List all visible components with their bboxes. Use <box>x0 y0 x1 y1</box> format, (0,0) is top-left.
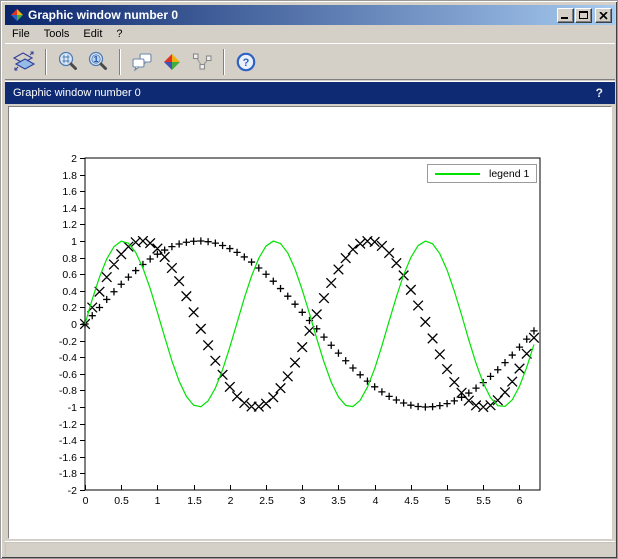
toolbar-separator <box>223 49 225 75</box>
svg-text:4: 4 <box>373 495 379 507</box>
svg-text:0.2: 0.2 <box>62 302 77 314</box>
infobar-help-icon[interactable]: ? <box>596 86 615 100</box>
help-icon: ? <box>235 51 257 73</box>
svg-text:-1.2: -1.2 <box>59 419 77 431</box>
help-button[interactable]: ? <box>231 48 261 76</box>
svg-text:-0.8: -0.8 <box>59 385 77 397</box>
window-title: Graphic window number 0 <box>28 8 557 22</box>
svg-text:1: 1 <box>71 236 77 248</box>
svg-text:-0.4: -0.4 <box>59 352 77 364</box>
maximize-icon <box>579 11 588 19</box>
toolbar: 1 <box>5 43 615 80</box>
svg-text:1.8: 1.8 <box>62 170 77 182</box>
svg-text:-1: -1 <box>68 402 77 414</box>
scilab-logo-icon <box>10 8 24 22</box>
close-button[interactable] <box>595 8 612 23</box>
svg-text:0.4: 0.4 <box>62 286 77 298</box>
svg-text:0.8: 0.8 <box>62 253 77 265</box>
svg-text:5.5: 5.5 <box>476 495 491 507</box>
menu-help[interactable]: ? <box>109 26 129 42</box>
legend-line-sample <box>435 173 480 175</box>
svg-text:0.5: 0.5 <box>114 495 129 507</box>
menu-edit[interactable]: Edit <box>76 26 109 42</box>
svg-text:2: 2 <box>228 495 234 507</box>
svg-text:3.5: 3.5 <box>331 495 346 507</box>
figure-infobar-title: Graphic window number 0 <box>5 87 596 99</box>
original-view-icon: 1 <box>87 51 109 73</box>
zoom-area-button[interactable] <box>53 48 83 76</box>
svg-text:1.5: 1.5 <box>187 495 202 507</box>
maximize-button[interactable] <box>575 8 592 23</box>
ged-button[interactable] <box>157 48 187 76</box>
speech-bubbles-icon <box>131 51 153 73</box>
zoom-area-icon <box>57 51 79 73</box>
minimize-icon <box>561 17 568 19</box>
svg-text:?: ? <box>243 57 250 69</box>
plot-canvas[interactable]: 0 0.5 1 1.5 2 2.5 3 3.5 4 4.5 5 5.5 6 2 1.8 1.6 1.4 1.2 1 0… <box>8 106 612 539</box>
svg-text:0: 0 <box>71 319 77 331</box>
svg-text:2.5: 2.5 <box>259 495 274 507</box>
titlebar[interactable]: Graphic window number 0 <box>5 5 615 25</box>
svg-text:1.2: 1.2 <box>62 219 77 231</box>
menu-tools[interactable]: Tools <box>37 26 77 42</box>
legend-box: legend 1 <box>427 164 537 183</box>
rotate-icon <box>13 51 35 73</box>
svg-text:5: 5 <box>445 495 451 507</box>
svg-text:-1.8: -1.8 <box>59 468 77 480</box>
statusbar <box>5 541 615 557</box>
svg-text:1: 1 <box>94 54 99 64</box>
graphic-window: Graphic window number 0 File Tools Edit … <box>0 0 618 559</box>
datatips-icon <box>191 51 213 73</box>
svg-text:6: 6 <box>517 495 523 507</box>
svg-text:-2: -2 <box>68 485 77 497</box>
svg-text:0.6: 0.6 <box>62 269 77 281</box>
svg-text:0: 0 <box>83 495 89 507</box>
svg-text:2: 2 <box>71 153 77 165</box>
legend-label: legend 1 <box>489 168 529 180</box>
close-icon <box>599 12 608 20</box>
svg-text:1: 1 <box>155 495 161 507</box>
svg-text:1.4: 1.4 <box>62 203 77 215</box>
minimize-button[interactable] <box>557 8 574 23</box>
menu-file[interactable]: File <box>5 26 37 42</box>
toolbar-separator <box>119 49 121 75</box>
svg-text:-0.6: -0.6 <box>59 369 77 381</box>
ged-scilab-diamond-icon <box>161 51 183 73</box>
svg-text:3: 3 <box>300 495 306 507</box>
svg-text:4.5: 4.5 <box>404 495 419 507</box>
rotate-button[interactable] <box>9 48 39 76</box>
datatips-button[interactable] <box>187 48 217 76</box>
svg-text:-0.2: -0.2 <box>59 336 77 348</box>
figure-infobar: Graphic window number 0 ? <box>5 81 615 104</box>
original-view-button[interactable]: 1 <box>83 48 113 76</box>
svg-text:-1.4: -1.4 <box>59 435 77 447</box>
menubar: File Tools Edit ? <box>5 25 615 43</box>
toolbar-separator <box>45 49 47 75</box>
svg-text:-1.6: -1.6 <box>59 452 77 464</box>
dialogs-button[interactable] <box>127 48 157 76</box>
svg-text:1.6: 1.6 <box>62 186 77 198</box>
